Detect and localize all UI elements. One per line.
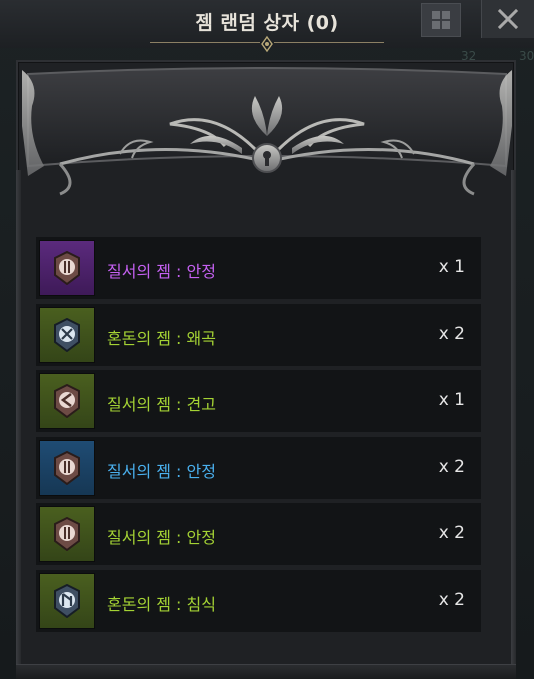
gem-list-item[interactable]: 질서의 젬 : 안정 x 2: [36, 436, 481, 499]
chaos-gem-erosion-icon: [54, 583, 80, 618]
gem-name: 질서의 젬 : 안정: [107, 461, 216, 481]
panel-frame-left: [16, 170, 21, 679]
gem-slot: [39, 306, 95, 363]
gem-list: 질서의 젬 : 안정 x 1 혼돈의 젬 : 왜곡 x 2 질서의 젬: 견고…: [36, 237, 481, 637]
gem-name: 질서의 젬 : 안정: [107, 262, 216, 281]
gem-quantity: x 1: [438, 257, 465, 277]
game-screen: 다건 32 30 젬 랜덤 상자 (0): [0, 0, 534, 679]
gem-slot: [39, 373, 95, 430]
title-ornament-icon: [261, 35, 273, 53]
gem-quantity: x 2: [438, 589, 465, 610]
gem-name: 혼돈의 젬 : 왜곡: [107, 328, 216, 348]
title-divider: [274, 42, 384, 43]
close-icon: [497, 8, 519, 30]
panel-frame-bottom: [16, 664, 516, 679]
gem-quantity: x 2: [438, 323, 465, 344]
gem-slot: [39, 439, 95, 496]
gem-list-item[interactable]: 질서의 젬 : 안정 x 1: [36, 237, 481, 299]
grid-view-button[interactable]: [421, 3, 461, 37]
order-gem-solidity-icon: [54, 384, 80, 419]
gem-list-item[interactable]: 질서의 젬 : 견고 x 1: [36, 370, 481, 433]
ornate-crest-header: [22, 67, 512, 196]
gem-name: 질서의 젬 : 견고: [107, 395, 216, 415]
grid-icon: [432, 11, 450, 29]
panel-frame-right: [511, 170, 516, 679]
gem-list-item[interactable]: 질서의 젬 : 안정 x 2: [36, 503, 481, 566]
order-gem-stability-icon: [54, 251, 80, 285]
gem-quantity: x 1: [438, 390, 465, 411]
gem-list-item[interactable]: 혼돈의 젬 : 왜곡 x 2: [36, 303, 481, 366]
order-gem-stability-icon: [54, 517, 80, 552]
background-number: 30: [519, 49, 534, 63]
gem-slot: [39, 572, 95, 629]
title-divider: [150, 42, 260, 43]
window-titlebar: 젬 랜덤 상자 (0): [0, 0, 534, 53]
gem-list-item[interactable]: 혼돈의 젬 : 침식 x 2: [36, 569, 481, 632]
close-button[interactable]: [481, 0, 534, 38]
gem-quantity: x 2: [438, 456, 465, 477]
gem-quantity: x 2: [438, 523, 465, 544]
chaos-gem-distortion-icon: [54, 317, 80, 352]
order-gem-stability-icon: [54, 450, 80, 485]
gem-slot: [39, 240, 95, 296]
gem-name: 질서의 젬 : 안정: [107, 528, 216, 548]
gem-name: 혼돈의 젬 : 침식: [107, 594, 216, 614]
gem-slot: [39, 506, 95, 563]
